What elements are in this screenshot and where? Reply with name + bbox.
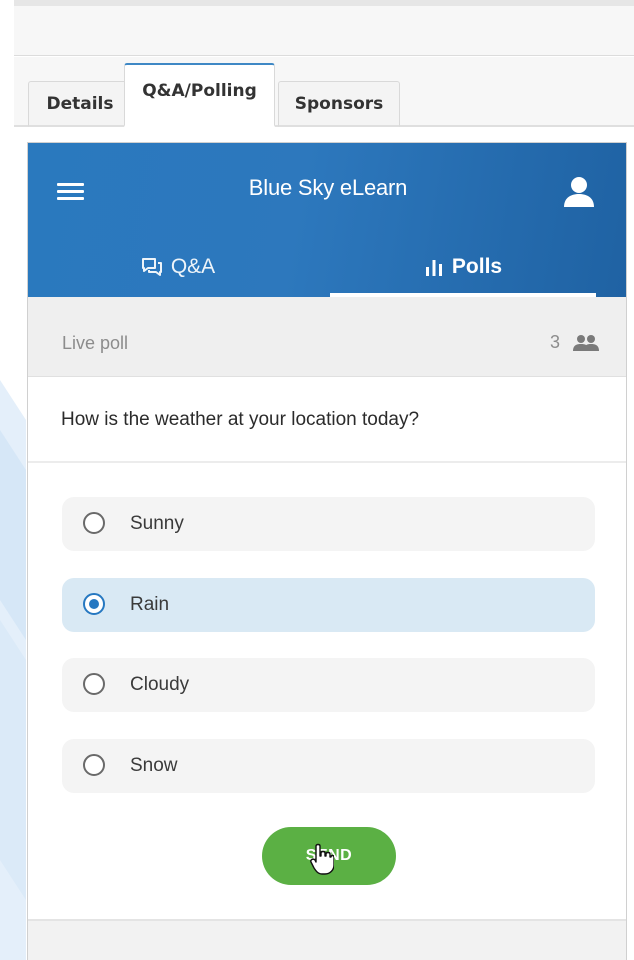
hamburger-menu-icon[interactable]	[54, 179, 88, 205]
hand-pointer-cursor-icon	[310, 843, 334, 875]
poll-status-bar: Live poll 3	[28, 297, 626, 377]
poll-option-label: Sunny	[130, 513, 184, 534]
poll-option-label: Snow	[130, 755, 178, 776]
tab-details[interactable]: Details	[28, 81, 132, 127]
radio-button[interactable]	[83, 673, 105, 695]
subtab-polls[interactable]: Polls	[330, 237, 596, 297]
poll-option-snow[interactable]: Snow	[62, 739, 595, 793]
tab-qa-polling[interactable]: Q&A/Polling	[124, 63, 275, 127]
live-poll-label: Live poll	[62, 333, 129, 353]
tab-sponsors[interactable]: Sponsors	[278, 81, 400, 127]
participant-count-value: 3	[549, 332, 560, 352]
poll-option-label: Rain	[130, 594, 170, 615]
user-profile-icon[interactable]	[561, 175, 597, 209]
app-subtab-bar: Q&A Polls	[28, 237, 626, 297]
subtab-qa[interactable]: Q&A	[28, 237, 328, 297]
radio-button[interactable]	[83, 512, 105, 534]
poll-option-label: Cloudy	[130, 674, 190, 695]
chat-bubbles-icon	[141, 258, 162, 276]
browser-top-bar	[14, 0, 634, 56]
poll-question: How is the weather at your location toda…	[28, 377, 626, 463]
radio-button-selected[interactable]	[83, 593, 105, 615]
poll-option-rain[interactable]: Rain	[62, 578, 595, 632]
poll-option-sunny[interactable]: Sunny	[62, 497, 595, 551]
app-title: Blue Sky eLearn	[248, 175, 408, 200]
radio-button[interactable]	[83, 754, 105, 776]
bar-chart-icon	[425, 260, 442, 276]
outer-tab-bar: Details Q&A/Polling Sponsors	[14, 57, 634, 127]
participant-count: 3	[550, 332, 600, 353]
panel-footer	[28, 919, 626, 960]
participants-icon	[573, 334, 599, 351]
app-header: Blue Sky eLearn Q&A Polls	[28, 143, 626, 297]
subtab-polls-label: Polls	[451, 255, 503, 278]
polling-app-panel: Blue Sky eLearn Q&A Polls Live poll 3 Ho…	[27, 142, 627, 960]
poll-option-cloudy[interactable]: Cloudy	[62, 658, 595, 712]
subtab-qa-label: Q&A	[170, 255, 216, 278]
poll-question-text: How is the weather at your location toda…	[61, 409, 420, 430]
